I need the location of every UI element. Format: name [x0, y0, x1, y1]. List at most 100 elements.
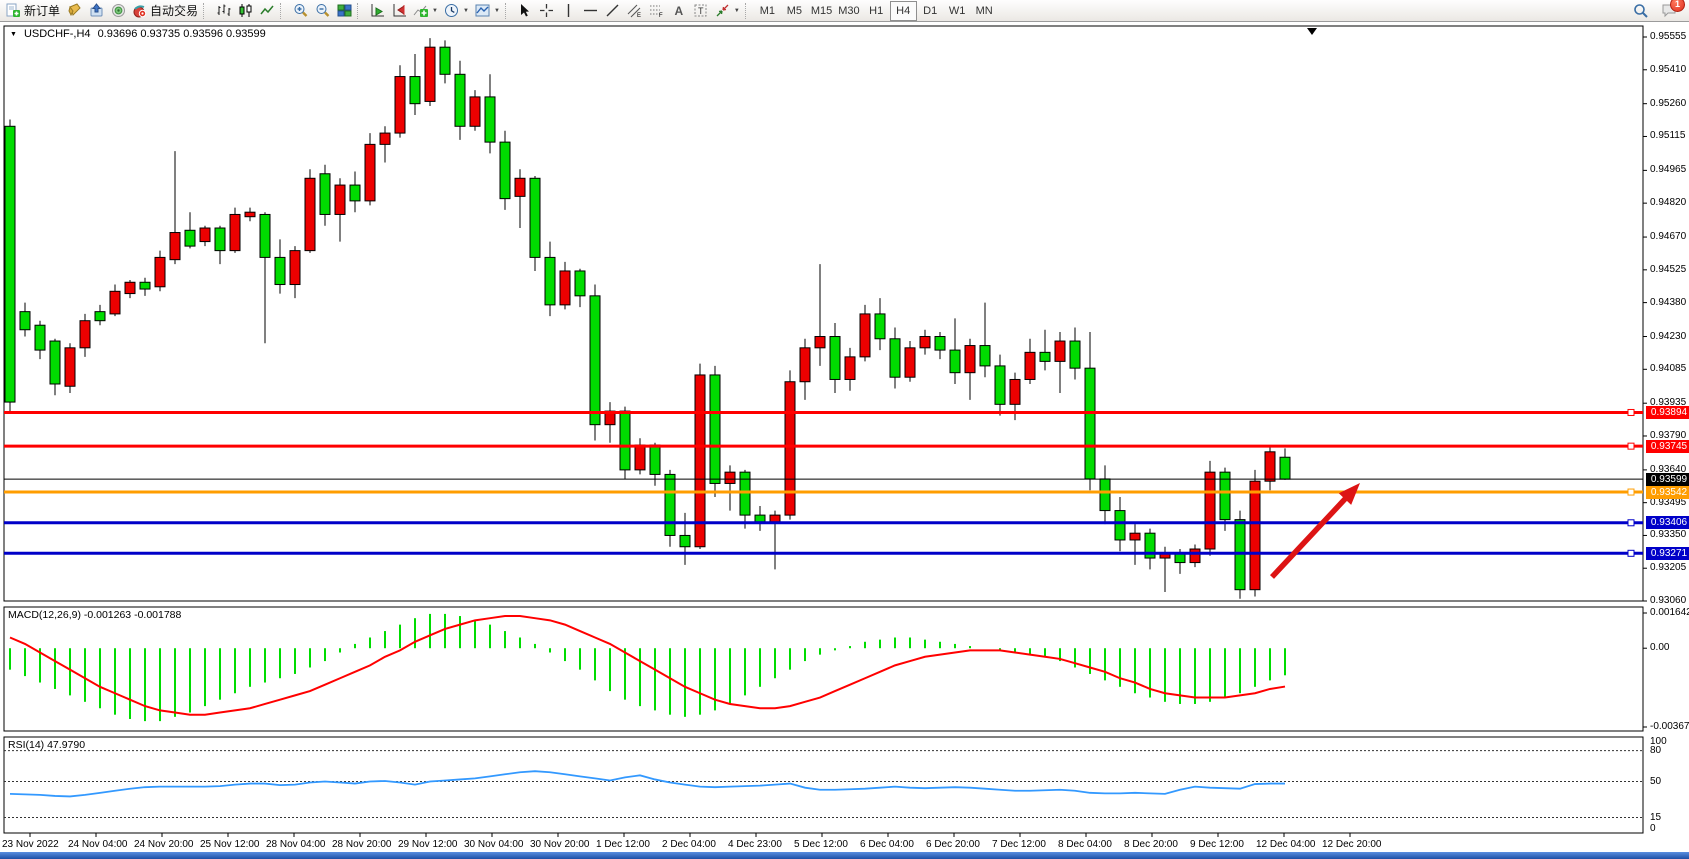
- crosshair-button[interactable]: [536, 1, 558, 21]
- indicators-button[interactable]: ▼: [410, 1, 441, 21]
- line-chart-button[interactable]: [256, 1, 278, 21]
- bars-chart-button[interactable]: [212, 1, 234, 21]
- dropdown-caret-icon: ▼: [734, 8, 740, 14]
- candle-body: [5, 126, 15, 402]
- zoom-in-button[interactable]: [289, 1, 311, 21]
- template-icon: [475, 3, 490, 18]
- crosshair-icon: [539, 3, 554, 18]
- market-history-button[interactable]: [63, 1, 85, 21]
- candle-body: [620, 411, 630, 470]
- fibonacci-button[interactable]: F: [646, 1, 668, 21]
- text-button[interactable]: A: [668, 1, 690, 21]
- line-handle[interactable]: [1628, 520, 1634, 526]
- candle-body: [680, 535, 690, 546]
- candle-body: [185, 230, 195, 246]
- timeframe-w1-button[interactable]: W1: [944, 1, 971, 21]
- candlestick-chart-button[interactable]: [234, 1, 256, 21]
- chart-title: ▼ USDCHF-,H4 0.93696 0.93735 0.93596 0.9…: [10, 28, 266, 40]
- autotrading-button[interactable]: 自动交易: [129, 1, 201, 21]
- clock-icon: [444, 3, 459, 18]
- timeframe-m1-button[interactable]: M1: [754, 1, 781, 21]
- candle-body: [1280, 457, 1290, 479]
- candle-body: [50, 341, 60, 384]
- timeframe-m5-button[interactable]: M5: [781, 1, 808, 21]
- macd-indicator-label: MACD(12,26,9) -0.001263 -0.001788: [8, 609, 181, 621]
- candle-body: [1115, 511, 1125, 540]
- candle-body: [500, 142, 510, 199]
- templates-button[interactable]: ▼: [472, 1, 503, 21]
- candle-body: [320, 174, 330, 215]
- timeframe-h1-button[interactable]: H1: [863, 1, 890, 21]
- candle-body: [1040, 352, 1050, 361]
- notifications-button[interactable]: 1: [1658, 1, 1680, 21]
- candle-body: [290, 251, 300, 285]
- chart-shift-button[interactable]: [388, 1, 410, 21]
- candle-body: [515, 178, 525, 196]
- candle-body: [665, 474, 675, 535]
- horizontal-line-button[interactable]: [580, 1, 602, 21]
- arrows-button[interactable]: ▼: [712, 1, 743, 21]
- candle-body: [860, 314, 870, 357]
- candle-body: [995, 366, 1005, 404]
- candle-body: [140, 282, 150, 289]
- candle-body: [695, 375, 705, 547]
- svg-text:E: E: [637, 13, 641, 18]
- line-handle[interactable]: [1628, 409, 1634, 415]
- text-label-button[interactable]: T: [690, 1, 712, 21]
- candle-body: [800, 348, 810, 382]
- chart-symbol-period: USDCHF-,H4: [24, 28, 91, 40]
- candle-body: [350, 185, 360, 201]
- line-handle[interactable]: [1628, 443, 1634, 449]
- candle-body: [305, 178, 315, 250]
- timeframe-m30-button[interactable]: M30: [835, 1, 862, 21]
- indicators-icon: [413, 3, 428, 18]
- autoscroll-button[interactable]: [366, 1, 388, 21]
- toolbar-separator: [203, 3, 208, 19]
- chart-dropdown-icon[interactable]: ▼: [10, 31, 17, 38]
- zoom-out-button[interactable]: [311, 1, 333, 21]
- candle-body: [815, 337, 825, 348]
- line-handle[interactable]: [1628, 489, 1634, 495]
- arrow-annotation[interactable]: [1272, 495, 1349, 577]
- candle-body: [1055, 341, 1065, 361]
- candle-body: [260, 214, 270, 257]
- line-handle[interactable]: [1628, 550, 1634, 556]
- candlestick-chart-icon: [238, 3, 253, 18]
- tile-windows-icon: [337, 3, 352, 18]
- periods-button[interactable]: ▼: [441, 1, 472, 21]
- candle-body: [830, 337, 840, 380]
- vertical-line-button[interactable]: [558, 1, 580, 21]
- timeframe-mn-button[interactable]: MN: [971, 1, 998, 21]
- sound-alert-button[interactable]: [107, 1, 129, 21]
- candle-body: [1175, 554, 1185, 563]
- zoom-out-icon: [315, 3, 330, 18]
- candle-body: [1100, 479, 1110, 511]
- candle-body: [35, 325, 45, 350]
- timeframe-h4-button[interactable]: H4: [890, 1, 917, 21]
- equidistant-channel-button[interactable]: E: [624, 1, 646, 21]
- candle-body: [530, 178, 540, 257]
- search-button[interactable]: [1630, 1, 1652, 21]
- main-toolbar: 新订单 自动交易: [0, 0, 1689, 22]
- new-order-button[interactable]: 新订单: [3, 1, 63, 21]
- candle-body: [275, 257, 285, 284]
- autoscroll-icon: [370, 3, 385, 18]
- candle-body: [920, 337, 930, 348]
- cursor-button[interactable]: [514, 1, 536, 21]
- vertical-line-icon: [561, 3, 576, 18]
- chart-canvas: [0, 0, 1689, 859]
- candle-body: [65, 348, 75, 386]
- tile-windows-button[interactable]: [333, 1, 355, 21]
- candle-body: [410, 77, 420, 104]
- trendline-button[interactable]: [602, 1, 624, 21]
- rsi-line: [10, 771, 1285, 796]
- svg-text:F: F: [659, 13, 663, 18]
- publish-button[interactable]: [85, 1, 107, 21]
- timeframe-m15-button[interactable]: M15: [808, 1, 835, 21]
- candle-body: [1085, 368, 1095, 479]
- timeframe-d1-button[interactable]: D1: [917, 1, 944, 21]
- candle-body: [1010, 379, 1020, 404]
- chart-shift-icon: [392, 3, 407, 18]
- candle-body: [560, 271, 570, 305]
- candle-body: [95, 312, 105, 321]
